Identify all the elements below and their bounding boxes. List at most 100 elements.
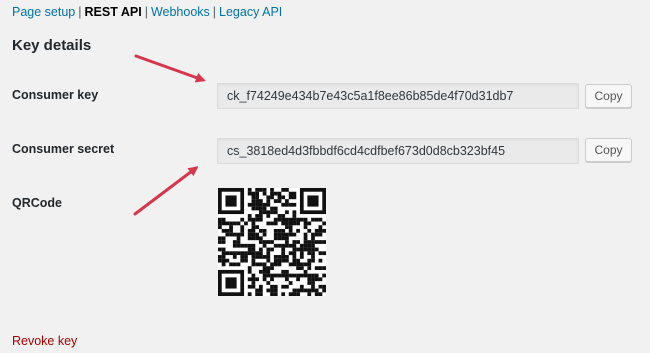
qr-module [292,273,297,278]
qr-module [229,228,233,233]
qr-module [255,206,260,211]
qr-module [266,202,271,207]
qr-module [255,191,260,196]
qr-module [288,225,293,230]
qr-module [251,284,256,289]
qr-module [258,262,263,267]
qr-module [262,191,267,196]
qr-module [244,258,248,263]
qr-module [266,210,271,215]
qr-module [296,221,300,226]
qr-module [251,228,256,233]
qr-module [218,236,222,241]
qr-module [292,292,297,296]
qr-module [258,228,263,233]
nav-link-rest-api[interactable]: REST API [85,5,142,19]
qr-module [281,258,286,263]
qr-module [296,228,300,233]
qr-module [296,292,300,296]
qr-module [277,255,282,259]
qr-module [281,247,286,252]
qr-module [311,284,315,289]
nav-link-legacy-api[interactable]: Legacy API [219,5,282,19]
qr-module [277,232,282,237]
qr-module [292,221,297,226]
copy-consumer-key-button[interactable]: Copy [585,84,632,108]
qr-module [236,236,241,241]
qr-module [262,262,267,267]
revoke-key-link[interactable]: Revoke key [12,334,77,348]
qr-module [285,210,289,215]
qr-module [247,214,252,218]
qr-module [277,195,282,200]
qr-module [236,240,241,244]
qr-module [299,273,304,278]
qr-module [232,232,237,237]
qr-module [255,292,260,296]
qr-module [281,221,286,226]
qr-module [255,251,260,256]
qr-module [273,217,278,222]
qr-module [311,217,315,222]
qr-module [270,292,274,296]
qr-module [296,217,300,222]
qr-module [266,221,271,226]
qrcode-label: QRCode [12,196,62,210]
qr-module [255,277,260,282]
qr-module [314,217,319,222]
qr-module [262,232,267,237]
qr-module [218,225,222,230]
qr-module [311,255,315,259]
qr-module [288,243,293,248]
qr-module [270,221,274,226]
qr-module [303,247,308,252]
qr-module [311,240,315,244]
qr-module [266,214,271,218]
qr-module [251,232,256,237]
nav-link-page-setup[interactable]: Page setup [12,5,75,19]
qr-module [299,247,304,252]
qr-module [318,292,323,296]
qr-module [218,247,222,252]
qr-module [281,251,286,256]
qr-module [247,269,252,274]
qr-module [318,225,323,230]
qr-module [255,188,260,192]
qr-module [296,266,300,270]
qr-module [273,236,278,241]
qr-module [303,217,308,222]
qr-module [262,188,267,192]
qr-module [251,236,256,241]
consumer-secret-field[interactable] [217,138,579,164]
qr-module [314,247,319,252]
consumer-secret-label: Consumer secret [12,142,115,156]
qr-module [218,217,222,222]
qr-module [258,292,263,296]
qr-module [299,284,304,289]
qr-module [221,240,226,244]
qr-module [322,240,326,244]
section-title: Key details [12,37,92,54]
qr-module [292,202,297,207]
qr-module [307,262,312,267]
qr-module [311,232,315,237]
qr-module [244,255,248,259]
qr-module [299,288,304,293]
qr-module [258,206,263,211]
copy-consumer-secret-button[interactable]: Copy [585,138,632,162]
qr-module [229,225,233,230]
qr-module [299,251,304,256]
qr-module [296,273,300,278]
qr-module [266,281,271,285]
qr-module [285,258,289,263]
qr-module [240,217,245,222]
qr-module [236,232,241,237]
nav-link-webhooks[interactable]: Webhooks [151,5,210,19]
qr-module [311,281,315,285]
consumer-key-field[interactable] [217,83,579,109]
qr-module [221,251,226,256]
qr-module [251,217,256,222]
qr-module [240,258,245,263]
qr-module [288,228,293,233]
qr-module [225,251,230,256]
